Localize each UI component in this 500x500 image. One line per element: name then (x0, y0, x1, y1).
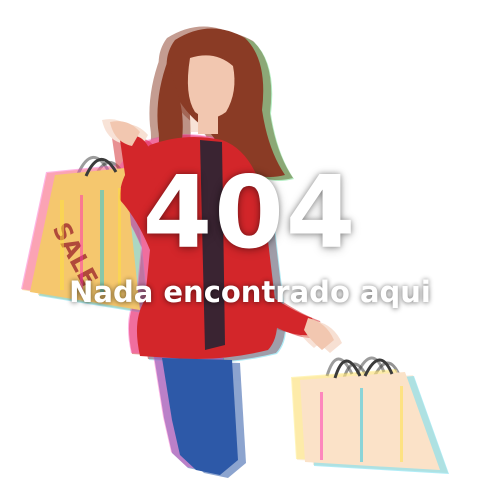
error-code: 404 (142, 154, 358, 271)
not-found-page: SALE (0, 0, 500, 500)
error-message: Nada encontrado aqui (69, 275, 431, 309)
